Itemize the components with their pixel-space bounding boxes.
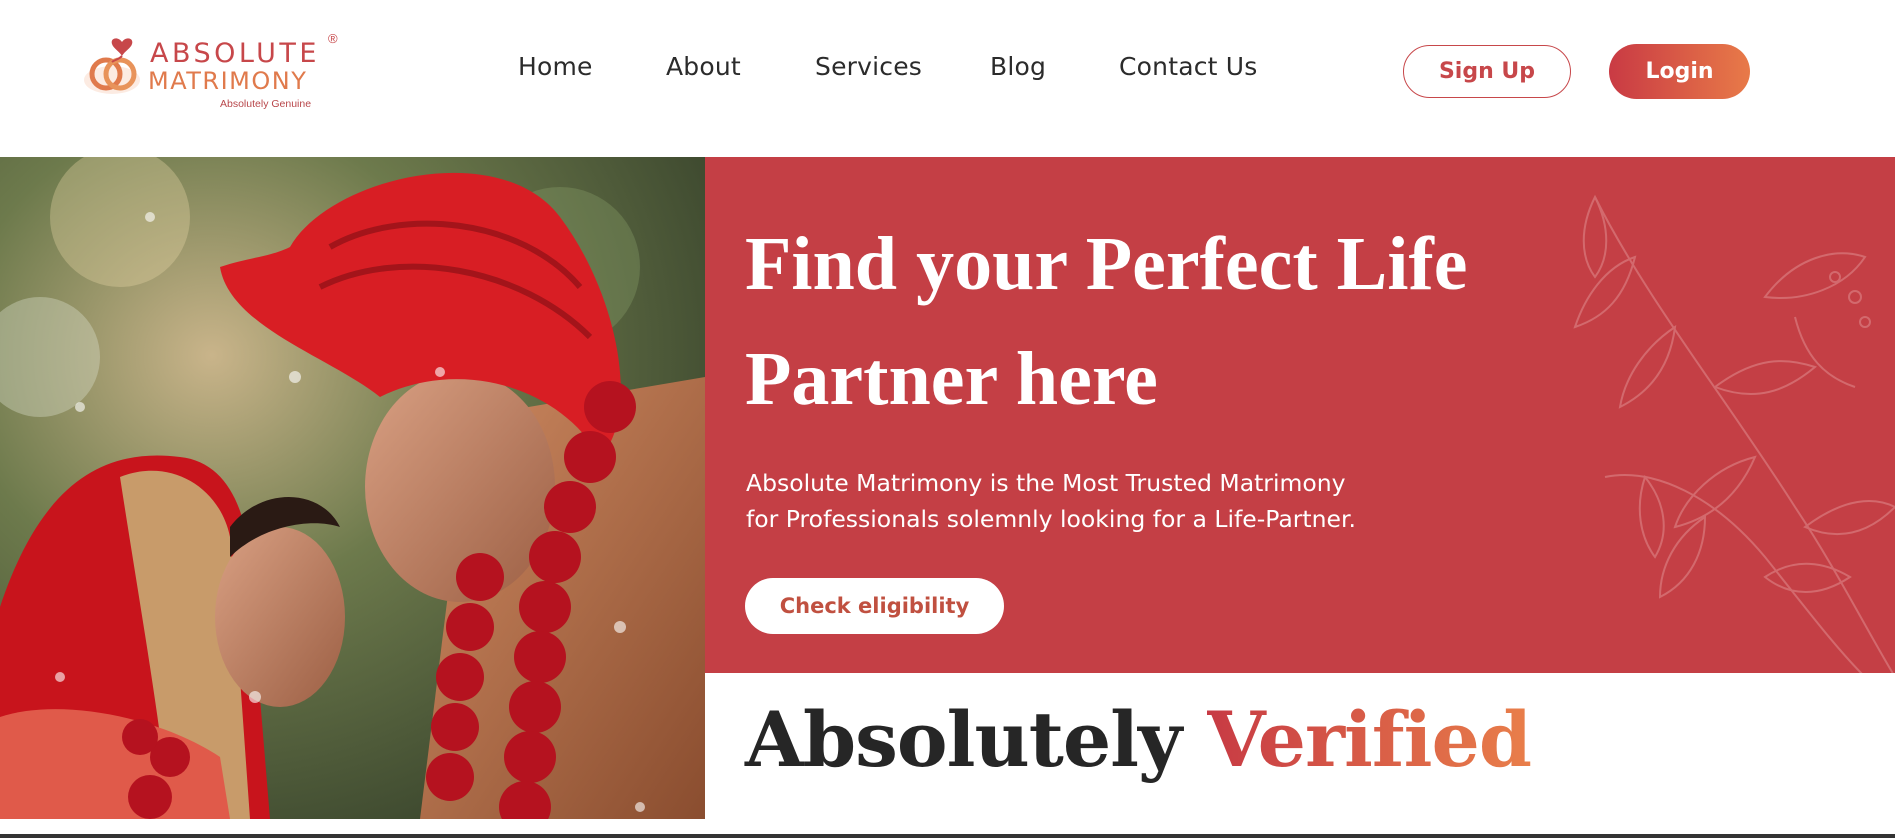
hero-title-line2: Partner here [745,337,1158,421]
page-divider [0,834,1895,838]
brand-tagline: Absolutely Genuine [220,98,312,110]
wedding-couple-photo [0,157,705,819]
section-heading-dark: Absolutely [745,695,1182,784]
site-header: ABSOLUTE ® MATRIMONY Absolutely Genuine … [0,0,1895,157]
photo-illustration [0,157,705,819]
nav-services[interactable]: Services [815,52,922,81]
sign-up-button[interactable]: Sign Up [1403,45,1571,98]
nav-about[interactable]: About [666,52,741,81]
login-button[interactable]: Login [1609,44,1750,99]
hero-description: Absolute Matrimony is the Most Trusted M… [746,465,1466,537]
hero-description-line1: Absolute Matrimony is the Most Trusted M… [746,469,1346,497]
hero-banner: Find your Perfect Life Partner here Abso… [705,157,1895,673]
hero-title-line1: Find your Perfect Life [745,222,1468,306]
section-heading: Absolutely Verified [745,690,1532,790]
nav-contact-us[interactable]: Contact Us [1119,52,1258,81]
nav-blog[interactable]: Blog [990,52,1046,81]
section-heading-accent: Verified [1206,695,1532,784]
hero-description-line2: for Professionals solemnly looking for a… [746,505,1356,533]
check-eligibility-button[interactable]: Check eligibility [745,578,1004,634]
registered-mark: ® [328,31,338,46]
nav-home[interactable]: Home [518,52,593,81]
hero-title: Find your Perfect Life Partner here [745,207,1645,437]
